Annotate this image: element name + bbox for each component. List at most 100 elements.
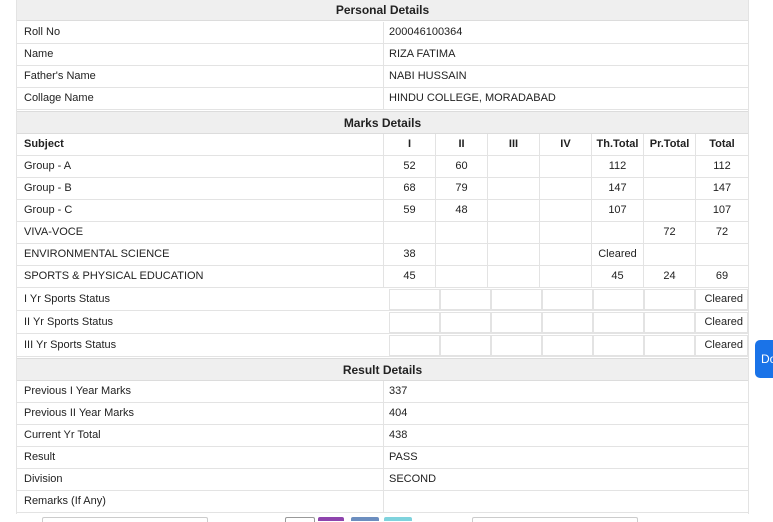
mark-ii: 60 — [435, 156, 487, 177]
theory-total: 45 — [591, 266, 643, 287]
mark-ii — [435, 222, 487, 243]
mark-iv — [539, 244, 591, 265]
personal-label: Father's Name — [24, 70, 96, 82]
column-divider — [383, 381, 384, 402]
toolbar-shape — [472, 517, 638, 522]
status-box — [389, 289, 440, 310]
result-row: Previous II Year Marks 404 — [17, 403, 748, 425]
mark-iii — [487, 178, 539, 199]
mark-i: 59 — [383, 200, 435, 221]
mark-ii: 79 — [435, 178, 487, 199]
mark-ii — [435, 266, 487, 287]
column-divider — [383, 447, 384, 468]
practical-total — [643, 156, 695, 177]
mark-iii — [487, 244, 539, 265]
status-box — [440, 335, 491, 356]
result-row: Previous I Year Marks 337 — [17, 381, 748, 403]
personal-value: HINDU COLLEGE, MORADABAD — [389, 92, 556, 104]
toolbar-shape — [384, 517, 412, 521]
theory-total: 112 — [591, 156, 643, 177]
toolbar-shape — [318, 517, 344, 521]
personal-label: Name — [24, 48, 54, 60]
column-divider — [383, 66, 384, 87]
mark-i: 38 — [383, 244, 435, 265]
personal-row-roll-no: Roll No 200046100364 — [17, 22, 748, 44]
toolbar-shape — [285, 517, 315, 522]
practical-total — [643, 178, 695, 199]
mark-iv — [539, 178, 591, 199]
header-col-i: I — [383, 134, 435, 155]
personal-value: RIZA FATIMA — [389, 48, 456, 60]
personal-label: Collage Name — [24, 92, 94, 104]
mark-i — [383, 222, 435, 243]
practical-total: 24 — [643, 266, 695, 287]
practical-total — [643, 200, 695, 221]
status-box — [389, 335, 440, 356]
mark-iii — [487, 200, 539, 221]
column-divider — [383, 491, 384, 512]
column-divider — [383, 469, 384, 490]
marks-details-heading: Marks Details — [17, 111, 748, 134]
personal-value: NABI HUSSAIN — [389, 70, 467, 82]
status-box — [644, 312, 695, 333]
status-box — [542, 335, 593, 356]
column-divider — [383, 88, 384, 109]
marks-row: SPORTS & PHYSICAL EDUCATION 45 45 24 69 — [17, 266, 748, 288]
column-divider — [383, 403, 384, 424]
mark-i: 45 — [383, 266, 435, 287]
status-box — [491, 289, 542, 310]
result-value: SECOND — [389, 473, 437, 485]
result-label: Remarks (If Any) — [24, 495, 106, 507]
subject-total: 107 — [695, 200, 748, 221]
result-value: 404 — [389, 407, 408, 419]
result-value: 337 — [389, 385, 408, 397]
status-box — [440, 289, 491, 310]
subject-name: Group - C — [24, 204, 73, 216]
sports-status-row: III Yr Sports Status Cleared — [17, 334, 748, 357]
mark-iv — [539, 266, 591, 287]
header-pr-total: Pr.Total — [643, 134, 695, 155]
subject-name: Group - A — [24, 160, 72, 172]
side-floating-button[interactable]: Do — [755, 340, 773, 378]
subject-total: 112 — [695, 156, 748, 177]
column-divider — [383, 44, 384, 65]
status-box — [542, 312, 593, 333]
header-th-total: Th.Total — [591, 134, 643, 155]
mark-iv — [539, 156, 591, 177]
result-row: Current Yr Total 438 — [17, 425, 748, 447]
marks-header-row: Subject I II III IV Th.Total Pr.Total To… — [17, 134, 748, 156]
result-value: PASS — [389, 451, 418, 463]
result-row: Remarks (If Any) — [17, 491, 748, 513]
subject-name: Group - B — [24, 182, 72, 194]
status-box — [440, 312, 491, 333]
subject-total — [695, 244, 748, 265]
personal-row-name: Name RIZA FATIMA — [17, 44, 748, 66]
theory-total — [591, 222, 643, 243]
result-label: Previous I Year Marks — [24, 385, 131, 397]
mark-ii: 48 — [435, 200, 487, 221]
result-label: Previous II Year Marks — [24, 407, 135, 419]
toolbar-shape — [351, 517, 379, 521]
column-divider — [383, 22, 384, 43]
sports-status-label: II Yr Sports Status — [24, 316, 114, 328]
personal-value: 200046100364 — [389, 26, 463, 38]
practical-total: 72 — [643, 222, 695, 243]
bottom-toolbar-strip — [0, 514, 773, 522]
subject-total: 72 — [695, 222, 748, 243]
header-col-ii: II — [435, 134, 487, 155]
result-row: Result PASS — [17, 447, 748, 469]
result-label: Current Yr Total — [24, 429, 101, 441]
mark-iii — [487, 156, 539, 177]
subject-name: ENVIRONMENTAL SCIENCE — [24, 248, 170, 260]
status-box — [389, 312, 440, 333]
sports-status-label: III Yr Sports Status — [24, 339, 117, 351]
mark-iii — [487, 266, 539, 287]
status-box — [542, 289, 593, 310]
mark-i: 68 — [383, 178, 435, 199]
theory-total: 107 — [591, 200, 643, 221]
status-box — [491, 312, 542, 333]
mark-iv — [539, 200, 591, 221]
marks-row: VIVA-VOCE 72 72 — [17, 222, 748, 244]
practical-total — [643, 244, 695, 265]
sports-status-value: Cleared — [695, 289, 748, 310]
